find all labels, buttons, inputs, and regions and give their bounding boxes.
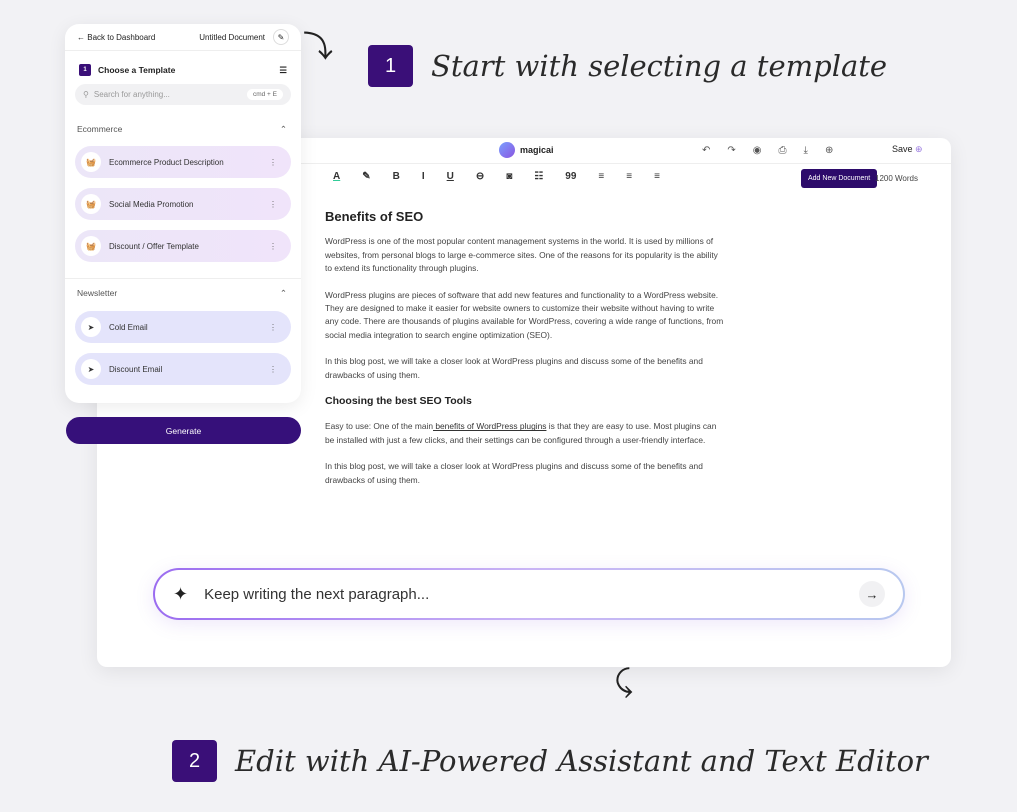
globe-icon: ⊕ — [915, 144, 923, 154]
search-input[interactable]: ⚲ Search for anything... cmd + E — [75, 84, 291, 105]
highlight-button[interactable]: ✎ — [362, 171, 370, 182]
template-item[interactable]: 🧺 Ecommerce Product Description ⋮ — [75, 146, 291, 178]
text-color-button[interactable]: A — [333, 171, 340, 182]
link[interactable]: benefits of WordPress plugins — [433, 421, 546, 431]
paragraph: WordPress plugins are pieces of software… — [325, 289, 724, 340]
more-icon: ⋮ — [269, 364, 277, 374]
basket-icon: 🧺 — [81, 194, 101, 214]
search-icon: ⚲ — [83, 90, 89, 99]
curved-arrow-icon: ⤹ — [615, 665, 633, 698]
save-button[interactable]: Save ⊕ — [892, 144, 923, 155]
align-left-button[interactable]: ≡ — [598, 171, 604, 182]
document-title[interactable]: Untitled Document — [199, 33, 265, 42]
template-item[interactable]: ➤ Cold Email ⋮ — [75, 311, 291, 343]
template-item[interactable]: 🧺 Social Media Promotion ⋮ — [75, 188, 291, 220]
filter-icon[interactable]: ☰ — [279, 65, 287, 76]
send-icon: ➤ — [81, 317, 101, 337]
tooltip: Add New Document — [801, 169, 878, 188]
step-badge: 1 — [79, 64, 91, 76]
align-center-button[interactable]: ≡ — [626, 171, 632, 182]
subheading: Choosing the best SEO Tools — [325, 395, 472, 408]
format-toolbar: A ✎ B I U ⊖ ◙ ☷ 99 ≡ ≡ ≡ — [333, 171, 660, 182]
section-ecommerce[interactable]: Ecommerce ⌃ — [65, 124, 301, 135]
step-text: Edit with AI-Powered Assistant and Text … — [235, 744, 928, 778]
paragraph: In this blog post, we will take a closer… — [325, 461, 703, 485]
paragraph: Easy to use: One of the main benefits of… — [325, 421, 717, 445]
shortcut-badge: cmd + E — [246, 89, 283, 100]
step-text: Start with selecting a template — [431, 49, 888, 83]
pencil-icon[interactable]: ✎ — [273, 29, 289, 45]
template-panel: ← Back to Dashboard Untitled Document ✎ 1… — [65, 24, 301, 403]
bold-button[interactable]: B — [393, 171, 400, 182]
basket-icon: 🧺 — [81, 236, 101, 256]
download-icon[interactable]: ⤓ — [804, 145, 808, 156]
more-icon: ⋮ — [269, 199, 277, 209]
ai-prompt-input[interactable]: ✦ Keep writing the next paragraph... → — [153, 568, 905, 620]
redo-icon[interactable]: ↷ — [727, 145, 735, 156]
image-button[interactable]: ◙ — [506, 171, 512, 182]
curved-arrow-icon: ⤵ — [303, 31, 333, 64]
document-content[interactable]: Benefits of SEO WordPress is one of the … — [325, 210, 725, 500]
brand-logo: magicai — [499, 142, 554, 158]
paragraph: WordPress is one of the most popular con… — [325, 236, 718, 274]
section-newsletter[interactable]: Newsletter ⌃ — [65, 288, 301, 299]
heading: Benefits of SEO — [325, 209, 424, 224]
print-icon[interactable]: ⎙ — [779, 145, 787, 156]
more-icon: ⋮ — [269, 241, 277, 251]
underline-button[interactable]: U — [447, 171, 454, 182]
step-2-heading: 2 Edit with AI-Powered Assistant and Tex… — [172, 740, 928, 782]
more-icon: ⋮ — [269, 157, 277, 167]
word-count: 1200 Words — [875, 174, 918, 183]
send-button[interactable]: → — [859, 581, 885, 607]
checklist-button[interactable]: ☷ — [534, 171, 543, 182]
undo-icon[interactable]: ↶ — [702, 145, 710, 156]
chevron-up-icon: ⌃ — [279, 288, 287, 298]
view-icon[interactable]: ◉ — [753, 145, 762, 156]
step-1-heading: 1 Start with selecting a template — [368, 45, 887, 87]
generate-button[interactable]: Generate — [66, 417, 301, 444]
step-number: 2 — [172, 740, 217, 782]
template-item[interactable]: ➤ Discount Email ⋮ — [75, 353, 291, 385]
sparkle-icon: ✦ — [173, 583, 189, 604]
panel-title: Choose a Template — [98, 65, 176, 75]
align-right-button[interactable]: ≡ — [654, 171, 660, 182]
step-number: 1 — [368, 45, 413, 87]
more-icon: ⋮ — [269, 322, 277, 332]
prompt-placeholder: Keep writing the next paragraph... — [204, 585, 430, 603]
basket-icon: 🧺 — [81, 152, 101, 172]
link-button[interactable]: ⊖ — [476, 171, 484, 182]
quote-button[interactable]: 99 — [565, 171, 576, 182]
paragraph: In this blog post, we will take a closer… — [325, 356, 703, 380]
italic-button[interactable]: I — [422, 171, 425, 182]
back-to-dashboard-link[interactable]: ← Back to Dashboard — [77, 33, 155, 42]
send-icon: ➤ — [81, 359, 101, 379]
add-document-icon[interactable]: ⊕ — [825, 145, 833, 156]
template-item[interactable]: 🧺 Discount / Offer Template ⋮ — [75, 230, 291, 262]
chevron-up-icon: ⌃ — [279, 124, 287, 134]
